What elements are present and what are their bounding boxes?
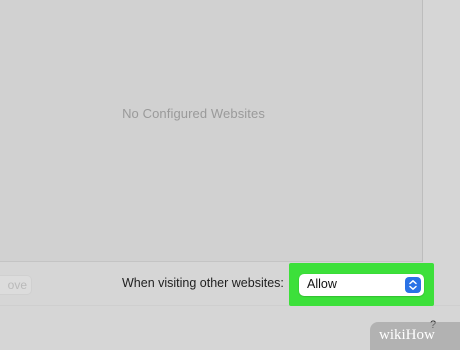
other-websites-select[interactable]: Allow: [299, 274, 424, 296]
watermark-text: wikiHow: [379, 327, 435, 343]
empty-list-message: No Configured Websites: [122, 106, 265, 121]
panel-side-area: [423, 0, 460, 262]
configured-websites-list[interactable]: No Configured Websites: [0, 0, 423, 262]
select-value: Allow: [307, 277, 337, 291]
wikihow-watermark: wikiHow: [370, 322, 460, 350]
chevron-up-down-icon[interactable]: [405, 277, 421, 293]
remove-button[interactable]: ove: [0, 275, 32, 295]
other-websites-label: When visiting other websites:: [122, 276, 284, 290]
